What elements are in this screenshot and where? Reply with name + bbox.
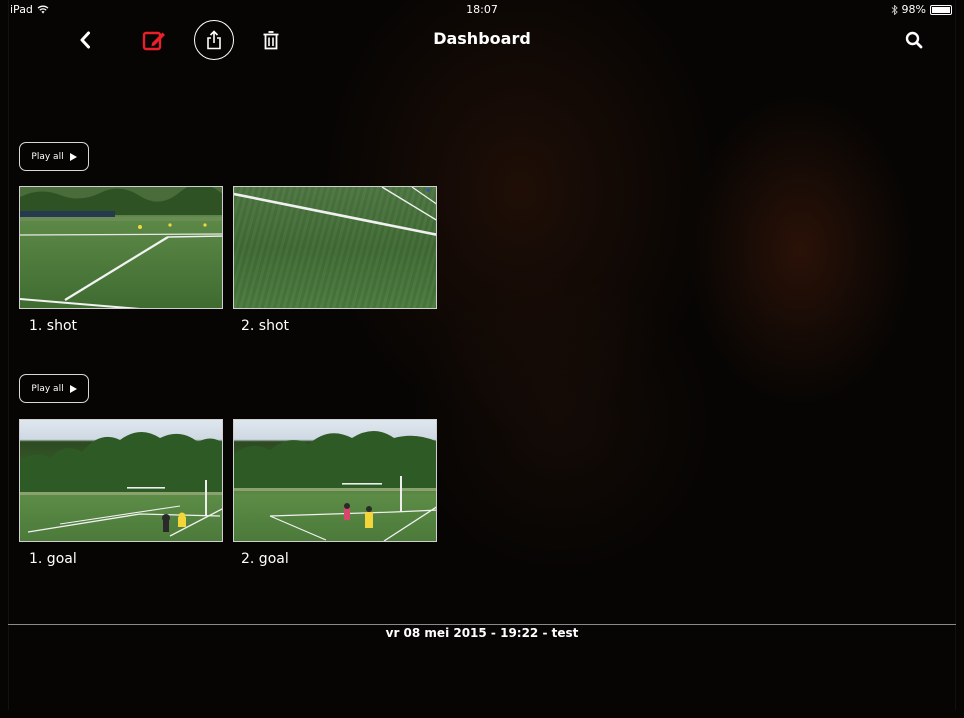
clip-thumbnail-image [20, 432, 222, 537]
battery-percent: 98% [901, 3, 926, 16]
status-time: 18:07 [466, 3, 498, 16]
clip-label: 1. shot [29, 318, 78, 334]
play-all-button[interactable]: Play all [19, 374, 89, 403]
clip-label: 2. goal [241, 551, 289, 567]
search-button[interactable] [902, 28, 926, 52]
clip-thumbnail-image [20, 187, 222, 308]
session-info: vr 08 mei 2015 - 19:22 - test [385, 626, 579, 640]
dashboard-screen: iPad 18:07 98% Dashboard Play all 1. sho… [0, 0, 964, 718]
clip-thumbnail[interactable] [19, 186, 223, 309]
bluetooth-icon [891, 4, 898, 15]
clip-thumbnail[interactable] [233, 186, 437, 309]
screen-frame [8, 0, 956, 710]
page-title: Dashboard [433, 29, 531, 48]
play-all-button[interactable]: Play all [19, 142, 89, 171]
battery-icon [930, 4, 952, 15]
clip-thumbnail[interactable] [19, 419, 223, 542]
status-right: 98% [891, 3, 952, 16]
play-icon [69, 384, 77, 393]
clip-thumbnail-image [234, 187, 436, 236]
clip-label: 1. goal [29, 551, 77, 567]
search-icon [905, 31, 923, 49]
status-bar: iPad 18:07 98% [0, 0, 964, 20]
clip-thumbnail-image [234, 431, 436, 541]
clip-label: 2. shot [241, 318, 290, 334]
play-all-label: Play all [31, 383, 64, 394]
play-icon [69, 152, 77, 161]
play-all-label: Play all [31, 151, 64, 162]
footer-divider [8, 624, 956, 625]
clip-thumbnail[interactable] [233, 419, 437, 542]
